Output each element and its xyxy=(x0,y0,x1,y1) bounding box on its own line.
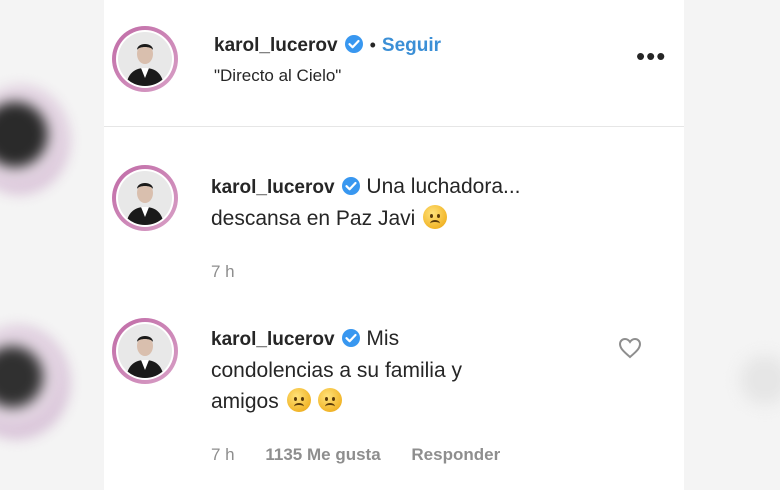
comment-text: Mis xyxy=(366,327,400,350)
avatar[interactable] xyxy=(112,26,178,92)
comment-item: karol_lucerov Una luchadora... descansa … xyxy=(104,162,684,292)
verified-badge-icon xyxy=(344,35,363,53)
sad-face-emoji xyxy=(286,388,311,412)
comment-body: karol_lucerov Mis condolencias a su fami… xyxy=(211,323,611,417)
comment-meta: 7 h 1135 Me gusta Responder xyxy=(211,445,526,465)
heart-icon[interactable] xyxy=(618,337,642,359)
verified-badge-icon xyxy=(341,177,360,195)
comment-text: descansa en Paz Javi xyxy=(211,207,416,230)
sad-face-emoji xyxy=(318,388,343,412)
reply-button[interactable]: Responder xyxy=(411,445,500,464)
profile-photo xyxy=(118,324,172,378)
comment-text: amigos xyxy=(211,390,279,413)
comment-text: condolencias a su familia y xyxy=(211,359,462,382)
verified-badge-icon xyxy=(341,329,360,347)
post-username[interactable]: karol_lucerov xyxy=(214,35,338,56)
comment-username[interactable]: karol_lucerov xyxy=(211,329,335,350)
background-blur xyxy=(735,350,780,410)
separator-dot: • xyxy=(369,35,376,55)
comment-text: Una luchadora... xyxy=(366,175,521,198)
profile-photo xyxy=(118,171,172,225)
comment-item: karol_lucerov Mis condolencias a su fami… xyxy=(104,315,684,485)
header-title-row: karol_lucerov • Seguir xyxy=(214,34,441,57)
comment-meta: 7 h xyxy=(211,262,261,282)
comment-username[interactable]: karol_lucerov xyxy=(211,177,335,198)
more-options-icon[interactable]: ••• xyxy=(636,43,666,69)
post-comments-panel: karol_lucerov • Seguir "Directo al Cielo" … xyxy=(104,0,684,490)
comment-timestamp[interactable]: 7 h xyxy=(211,262,235,281)
likes-count[interactable]: 1135 Me gusta xyxy=(265,445,380,464)
profile-photo xyxy=(118,32,172,86)
follow-button[interactable]: Seguir xyxy=(382,35,441,56)
avatar[interactable] xyxy=(112,165,178,231)
avatar[interactable] xyxy=(112,318,178,384)
comment-timestamp[interactable]: 7 h xyxy=(211,445,235,464)
comment-body: karol_lucerov Una luchadora... descansa … xyxy=(211,171,611,234)
sad-face-emoji xyxy=(423,205,448,229)
post-header: karol_lucerov • Seguir "Directo al Cielo" … xyxy=(104,0,684,127)
background-avatar-blur xyxy=(0,325,70,440)
post-location-caption: "Directo al Cielo" xyxy=(214,66,342,85)
background-avatar-blur xyxy=(0,85,70,195)
